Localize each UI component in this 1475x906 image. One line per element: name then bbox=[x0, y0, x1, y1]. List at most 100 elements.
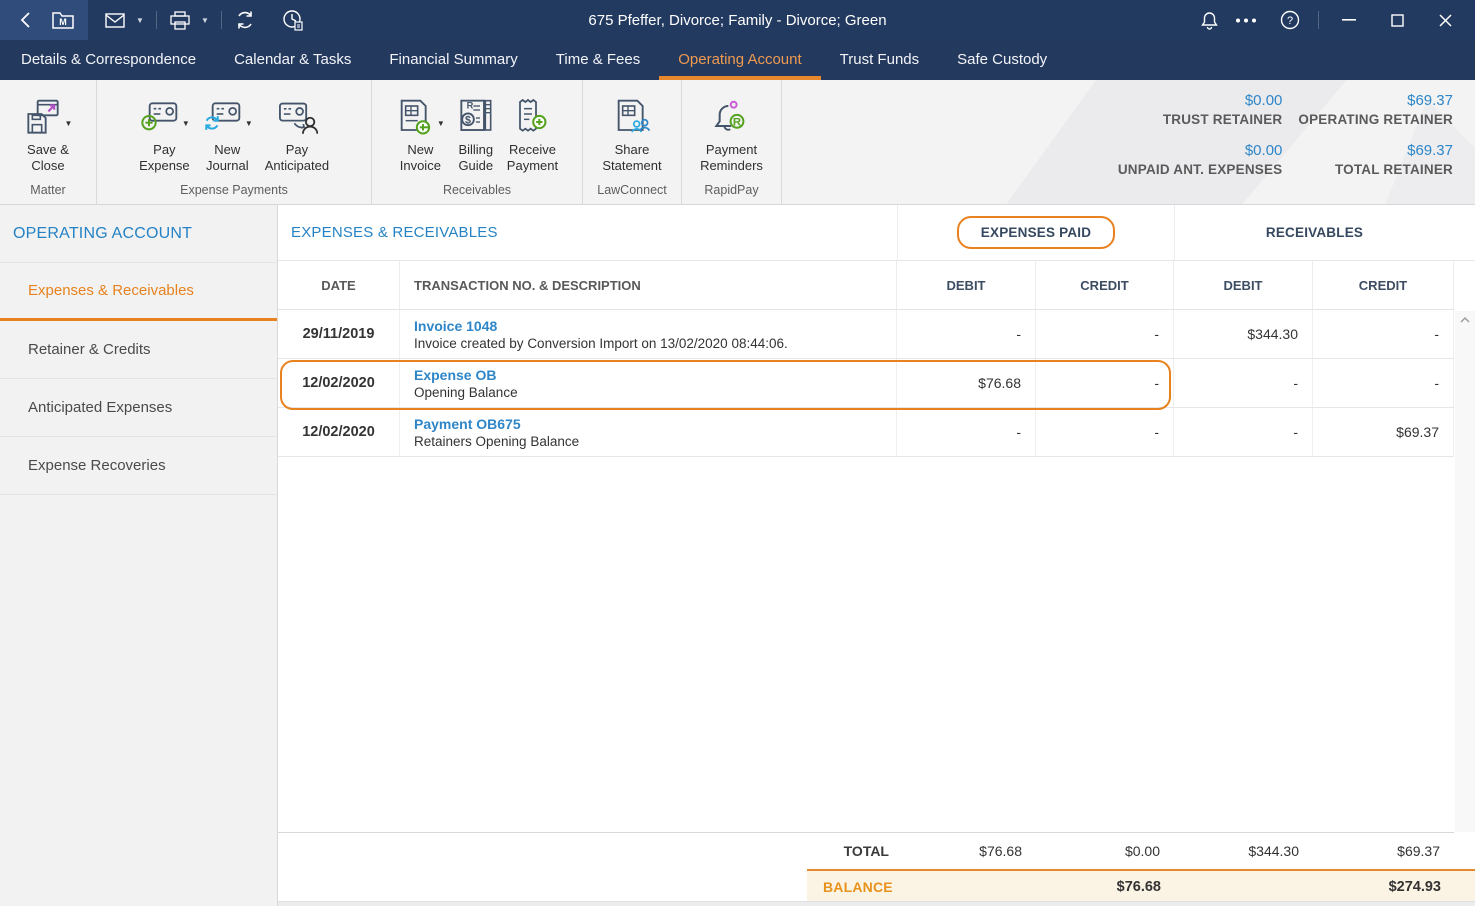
table-column-headers: DATE TRANSACTION NO. & DESCRIPTION DEBIT… bbox=[278, 261, 1454, 310]
tab-safe-custody[interactable]: Safe Custody bbox=[938, 40, 1066, 80]
vertical-scrollbar[interactable] bbox=[1455, 311, 1475, 832]
payment-reminders-button[interactable]: R Payment Reminders bbox=[695, 88, 768, 177]
ribbon-group-caption: RapidPay bbox=[704, 183, 759, 197]
column-header-rc-debit[interactable]: DEBIT bbox=[1174, 261, 1313, 309]
sidebar-item-retainer-credits[interactable]: Retainer & Credits bbox=[0, 321, 277, 379]
operating-retainer-label: OPERATING RETAINER bbox=[1298, 112, 1453, 127]
sidebar-heading: OPERATING ACCOUNT bbox=[0, 205, 277, 263]
tab-financial-summary[interactable]: Financial Summary bbox=[370, 40, 536, 80]
new-invoice-button[interactable]: ▼ New Invoice bbox=[391, 88, 450, 177]
sync-icon[interactable] bbox=[232, 7, 258, 33]
tab-operating-account[interactable]: Operating Account bbox=[659, 40, 822, 80]
horizontal-scrollbar[interactable] bbox=[278, 901, 1475, 906]
tab-calendar-tasks[interactable]: Calendar & Tasks bbox=[215, 40, 370, 80]
billing-guide-button[interactable]: R $ Billing Guide bbox=[452, 88, 500, 177]
cell-rc-credit: $69.37 bbox=[1313, 408, 1454, 456]
transaction-link[interactable]: Expense OB bbox=[414, 367, 496, 383]
cell-date: 29/11/2019 bbox=[278, 310, 400, 358]
minimize-icon[interactable] bbox=[1327, 0, 1371, 40]
matter-folder-icon[interactable]: M bbox=[50, 7, 76, 33]
total-retainer-label: TOTAL RETAINER bbox=[1334, 162, 1453, 177]
ribbon-group-matter: ▼ Save & Close Matter bbox=[0, 80, 97, 204]
receive-payment-label: Receive Payment bbox=[506, 142, 559, 174]
ribbon-group-caption: Matter bbox=[30, 183, 66, 197]
transaction-link[interactable]: Invoice 1048 bbox=[414, 318, 497, 334]
expenses-receivables-panel: EXPENSES & RECEIVABLES EXPENSES PAID REC… bbox=[278, 205, 1475, 906]
titlebar-separator bbox=[1318, 11, 1319, 29]
expenses-paid-badge: EXPENSES PAID bbox=[956, 216, 1116, 249]
table-row[interactable]: 12/02/2020 Payment OB675 Retainers Openi… bbox=[278, 408, 1454, 457]
share-statement-icon bbox=[612, 98, 652, 138]
table-row-selected[interactable]: 12/02/2020 Expense OB Opening Balance $7… bbox=[278, 359, 1454, 408]
billing-guide-label: Billing Guide bbox=[458, 142, 494, 174]
total-ep-credit: $0.00 bbox=[1124, 843, 1160, 859]
cell-rc-debit: - bbox=[1174, 408, 1313, 456]
tab-time-fees[interactable]: Time & Fees bbox=[537, 40, 659, 80]
sidebar-item-expenses-receivables[interactable]: Expenses & Receivables bbox=[0, 263, 277, 321]
close-icon[interactable] bbox=[1423, 0, 1467, 40]
page-title: EXPENSES & RECEIVABLES bbox=[291, 224, 498, 241]
operating-retainer-value: $69.37 bbox=[1407, 92, 1453, 109]
column-header-ep-credit[interactable]: CREDIT bbox=[1036, 261, 1174, 309]
new-invoice-dropdown-icon[interactable]: ▼ bbox=[437, 119, 445, 128]
receivables-group-header: RECEIVABLES bbox=[1174, 205, 1454, 260]
svg-text:M: M bbox=[59, 17, 67, 27]
pay-expense-icon bbox=[139, 98, 179, 138]
ribbon-toolbar: ▼ Save & Close Matter ▼ Pay Expense ▼ Ne… bbox=[0, 80, 1475, 205]
time-records-icon[interactable] bbox=[280, 7, 306, 33]
titlebar-toolbar: ▼ ▼ bbox=[102, 7, 306, 33]
tab-details-correspondence[interactable]: Details & Correspondence bbox=[2, 40, 215, 80]
total-retainer-value: $69.37 bbox=[1407, 142, 1453, 159]
payment-reminders-label: Payment Reminders bbox=[700, 142, 763, 174]
cell-ep-debit: - bbox=[897, 310, 1036, 358]
column-header-date[interactable]: DATE bbox=[278, 261, 400, 309]
payment-reminders-icon: R bbox=[711, 98, 751, 138]
help-icon[interactable]: ? bbox=[1270, 7, 1310, 33]
mail-icon[interactable] bbox=[102, 7, 128, 33]
save-close-dropdown-icon[interactable]: ▼ bbox=[65, 119, 73, 128]
save-close-button[interactable]: ▼ Save & Close bbox=[19, 88, 78, 177]
column-header-description[interactable]: TRANSACTION NO. & DESCRIPTION bbox=[400, 261, 897, 309]
sidebar-item-anticipated-expenses[interactable]: Anticipated Expenses bbox=[0, 379, 277, 437]
more-ellipsis-icon[interactable] bbox=[1226, 7, 1266, 33]
svg-text:?: ? bbox=[1287, 15, 1293, 27]
unpaid-ant-expenses: $0.00 UNPAID ANT. EXPENSES bbox=[1118, 142, 1283, 177]
column-header-ep-debit[interactable]: DEBIT bbox=[897, 261, 1036, 309]
receive-payment-button[interactable]: Receive Payment bbox=[502, 88, 563, 177]
cell-ep-credit: - bbox=[1036, 310, 1174, 358]
total-row: TOTAL $76.68 $0.00 $344.30 $69.37 bbox=[278, 832, 1454, 869]
column-header-rc-credit[interactable]: CREDIT bbox=[1313, 261, 1454, 309]
ribbon-group-receivables: ▼ New Invoice R $ Billing Guide Receive … bbox=[372, 80, 583, 204]
pay-expense-button[interactable]: ▼ Pay Expense bbox=[134, 88, 195, 177]
tab-trust-funds[interactable]: Trust Funds bbox=[821, 40, 938, 80]
new-journal-label: New Journal bbox=[205, 142, 249, 174]
share-statement-button[interactable]: Share Statement bbox=[597, 88, 666, 177]
new-journal-button[interactable]: ▼ New Journal bbox=[197, 88, 258, 177]
transaction-description: Retainers Opening Balance bbox=[414, 433, 580, 449]
save-close-icon bbox=[24, 98, 62, 138]
cell-rc-credit: - bbox=[1313, 310, 1454, 358]
mail-dropdown-icon[interactable]: ▼ bbox=[134, 16, 146, 25]
operating-retainer: $69.37 OPERATING RETAINER bbox=[1298, 92, 1453, 127]
sidebar-item-expense-recoveries[interactable]: Expense Recoveries bbox=[0, 437, 277, 495]
maximize-icon[interactable] bbox=[1375, 0, 1419, 40]
table-row[interactable]: 29/11/2019 Invoice 1048 Invoice created … bbox=[278, 310, 1454, 359]
pay-expense-label: Pay Expense bbox=[139, 142, 190, 174]
pay-anticipated-button[interactable]: Pay Anticipated bbox=[260, 88, 334, 177]
pay-expense-dropdown-icon[interactable]: ▼ bbox=[182, 119, 190, 128]
back-icon[interactable] bbox=[12, 7, 38, 33]
window-controls: ? bbox=[1196, 0, 1475, 40]
title-bar: M ▼ ▼ 675 Pfeffer, Divorce; Family - Div… bbox=[0, 0, 1475, 40]
svg-text:R: R bbox=[466, 101, 473, 111]
transaction-link[interactable]: Payment OB675 bbox=[414, 416, 521, 432]
print-icon[interactable] bbox=[167, 7, 193, 33]
ribbon-group-lawconnect: Share Statement LawConnect bbox=[583, 80, 682, 204]
notifications-bell-icon[interactable] bbox=[1196, 7, 1222, 33]
cell-description: Payment OB675 Retainers Opening Balance bbox=[400, 408, 897, 456]
total-retainer: $69.37 TOTAL RETAINER bbox=[1298, 142, 1453, 177]
total-rc-credit: $69.37 bbox=[1397, 843, 1440, 859]
cell-rc-credit: - bbox=[1313, 359, 1454, 407]
print-dropdown-icon[interactable]: ▼ bbox=[199, 16, 211, 25]
cell-rc-debit: - bbox=[1174, 359, 1313, 407]
new-journal-dropdown-icon[interactable]: ▼ bbox=[245, 119, 253, 128]
